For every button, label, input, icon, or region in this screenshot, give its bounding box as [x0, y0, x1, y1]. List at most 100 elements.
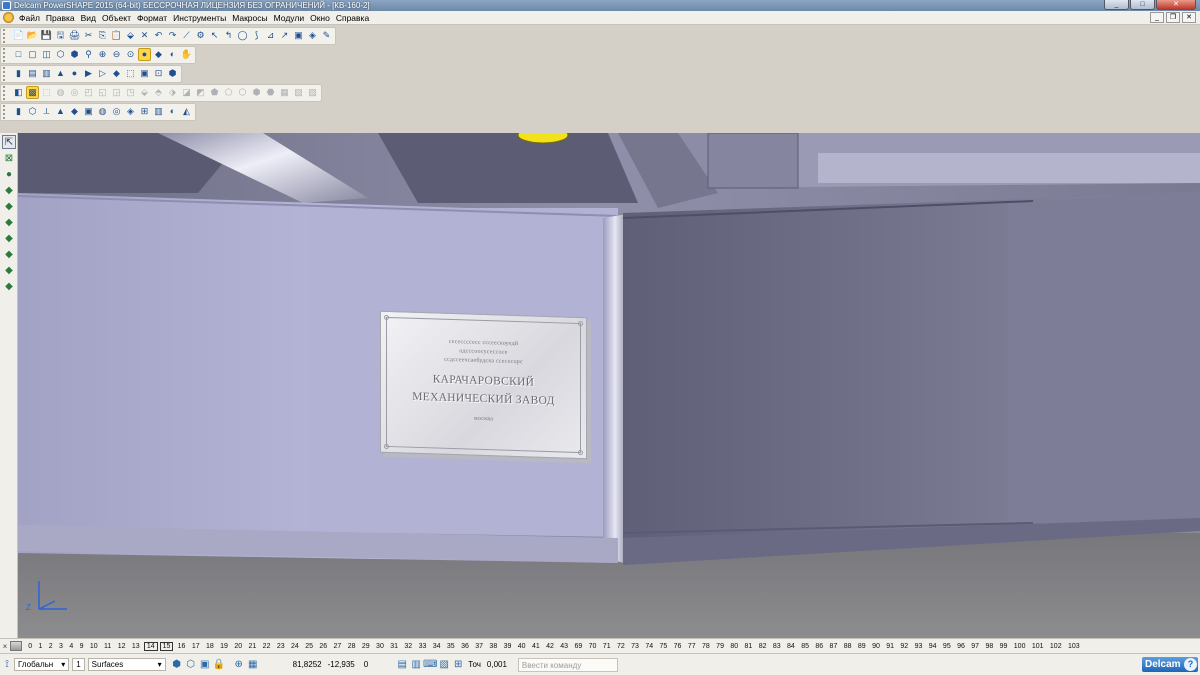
row2-tool-button-10[interactable]: ◆ — [152, 48, 165, 61]
level-button-78[interactable]: 78 — [699, 643, 713, 650]
graphics-viewport[interactable]: сесеcсссесс сссеескоуедй одсссоосусессос… — [18, 133, 1200, 638]
nameplate[interactable]: сесеcсссесс сссеескоуедй одсссоосусессос… — [380, 310, 587, 460]
level-button-18[interactable]: 18 — [203, 643, 217, 650]
row4-tool-button-10[interactable]: ⬘ — [152, 86, 165, 99]
toolbar-grip[interactable] — [3, 47, 9, 62]
level-button-38[interactable]: 38 — [486, 643, 500, 650]
close-button[interactable]: ✕ — [1156, 0, 1196, 10]
level-button-23[interactable]: 23 — [274, 643, 288, 650]
doc-restore-button[interactable]: ❐ — [1166, 12, 1180, 23]
document-icon[interactable]: ▥ — [409, 658, 423, 672]
lock-icon[interactable]: 🔒 — [212, 658, 226, 672]
level-button-103[interactable]: 103 — [1065, 643, 1083, 650]
row5-tool-button-8[interactable]: ◈ — [124, 105, 137, 118]
row5-tool-button-9[interactable]: ⊞ — [138, 105, 151, 118]
level-button-42[interactable]: 42 — [543, 643, 557, 650]
level-button-1[interactable]: 1 — [35, 643, 45, 650]
object-tool-button-8[interactable]: ◆ — [2, 263, 16, 277]
row4-tool-button-14[interactable]: ⬟ — [208, 86, 221, 99]
level-button-0[interactable]: 0 — [25, 643, 35, 650]
tolerance-icon[interactable]: ⊞ — [451, 658, 465, 672]
level-button-37[interactable]: 37 — [472, 643, 486, 650]
level-select[interactable]: 1 — [72, 658, 85, 671]
level-button-87[interactable]: 87 — [826, 643, 840, 650]
workplane-select[interactable]: Глобальн ▾ — [14, 658, 70, 671]
level-button-29[interactable]: 29 — [359, 643, 373, 650]
level-button-43[interactable]: 43 — [557, 643, 571, 650]
row1-tool-button-18[interactable]: ⊿ — [264, 29, 277, 42]
row1-tool-button-0[interactable]: 📄 — [12, 29, 25, 42]
minimize-button[interactable]: _ — [1104, 0, 1129, 10]
row1-tool-button-6[interactable]: ⎘ — [96, 29, 109, 42]
level-button-31[interactable]: 31 — [387, 643, 401, 650]
level-button-9[interactable]: 9 — [76, 643, 86, 650]
row4-tool-button-12[interactable]: ◪ — [180, 86, 193, 99]
level-button-89[interactable]: 89 — [855, 643, 869, 650]
level-button-13[interactable]: 13 — [129, 643, 143, 650]
level-button-102[interactable]: 102 — [1047, 643, 1065, 650]
row5-tool-button-6[interactable]: ◍ — [96, 105, 109, 118]
row2-tool-button-1[interactable]: ▢ — [26, 48, 39, 61]
row1-tool-button-12[interactable]: ⟋ — [180, 29, 193, 42]
row4-tool-button-7[interactable]: ◲ — [110, 86, 123, 99]
row5-tool-button-1[interactable]: ⬡ — [26, 105, 39, 118]
level-button-84[interactable]: 84 — [784, 643, 798, 650]
row4-tool-button-2[interactable]: ⬚ — [40, 86, 53, 99]
row3-tool-button-9[interactable]: ▣ — [138, 67, 151, 80]
row1-tool-button-20[interactable]: ▣ — [292, 29, 305, 42]
menu-edit[interactable]: Правка — [43, 13, 78, 23]
menu-object[interactable]: Объект — [99, 13, 134, 23]
level-button-74[interactable]: 74 — [642, 643, 656, 650]
keyboard-icon[interactable]: ⌨ — [423, 658, 437, 672]
row4-tool-button-20[interactable]: ▧ — [292, 86, 305, 99]
menu-tools[interactable]: Инструменты — [170, 13, 229, 23]
row5-tool-button-0[interactable]: ▮ — [12, 105, 25, 118]
row3-tool-button-3[interactable]: ▲ — [54, 67, 67, 80]
level-button-92[interactable]: 92 — [897, 643, 911, 650]
level-filter-icon[interactable] — [10, 641, 22, 651]
row4-tool-button-18[interactable]: ⬣ — [264, 86, 277, 99]
level-button-81[interactable]: 81 — [741, 643, 755, 650]
row2-tool-button-4[interactable]: ⬢ — [68, 48, 81, 61]
help-icon[interactable]: ? — [1184, 658, 1197, 671]
row2-tool-button-5[interactable]: ⚲ — [82, 48, 95, 61]
level-button-14[interactable]: 14 — [143, 641, 158, 651]
object-tool-button-2[interactable]: ● — [2, 167, 16, 181]
toolbar-grip[interactable] — [3, 104, 9, 119]
level-button-85[interactable]: 85 — [798, 643, 812, 650]
row1-tool-button-9[interactable]: ✕ — [138, 29, 151, 42]
row4-tool-button-5[interactable]: ◰ — [82, 86, 95, 99]
row4-tool-button-17[interactable]: ⬢ — [250, 86, 263, 99]
row5-tool-button-3[interactable]: ▲ — [54, 105, 67, 118]
surface-mode-select[interactable]: Surfaces ▾ — [87, 658, 166, 671]
row4-tool-button-4[interactable]: ◎ — [68, 86, 81, 99]
level-button-71[interactable]: 71 — [600, 643, 614, 650]
level-button-98[interactable]: 98 — [982, 643, 996, 650]
object-tool-button-9[interactable]: ◆ — [2, 279, 16, 293]
row1-tool-button-7[interactable]: 📋 — [110, 29, 123, 42]
level-button-69[interactable]: 69 — [571, 643, 585, 650]
row4-tool-button-6[interactable]: ◱ — [96, 86, 109, 99]
row2-tool-button-2[interactable]: ◫ — [40, 48, 53, 61]
level-button-93[interactable]: 93 — [911, 643, 925, 650]
row2-tool-button-9[interactable]: ● — [138, 48, 151, 61]
row3-tool-button-4[interactable]: ● — [68, 67, 81, 80]
row2-tool-button-3[interactable]: ⬡ — [54, 48, 67, 61]
shaded-icon[interactable]: ⬢ — [170, 658, 184, 672]
row2-tool-button-11[interactable]: ◐ — [166, 48, 179, 61]
row3-tool-button-10[interactable]: ⊡ — [152, 67, 165, 80]
calculator-icon[interactable]: ▤ — [395, 658, 409, 672]
level-button-32[interactable]: 32 — [401, 643, 415, 650]
level-button-11[interactable]: 11 — [101, 643, 115, 650]
row1-tool-button-3[interactable]: 🖫 — [54, 29, 67, 42]
level-button-20[interactable]: 20 — [231, 643, 245, 650]
level-button-40[interactable]: 40 — [515, 643, 529, 650]
object-tool-button-3[interactable]: ◆ — [2, 183, 16, 197]
level-button-100[interactable]: 100 — [1011, 643, 1029, 650]
doc-close-button[interactable]: ✕ — [1182, 12, 1196, 23]
object-tool-button-1[interactable]: ⊠ — [2, 151, 16, 165]
row5-tool-button-12[interactable]: ◭ — [180, 105, 193, 118]
level-button-28[interactable]: 28 — [345, 643, 359, 650]
level-button-24[interactable]: 24 — [288, 643, 302, 650]
row1-tool-button-19[interactable]: ↗ — [278, 29, 291, 42]
